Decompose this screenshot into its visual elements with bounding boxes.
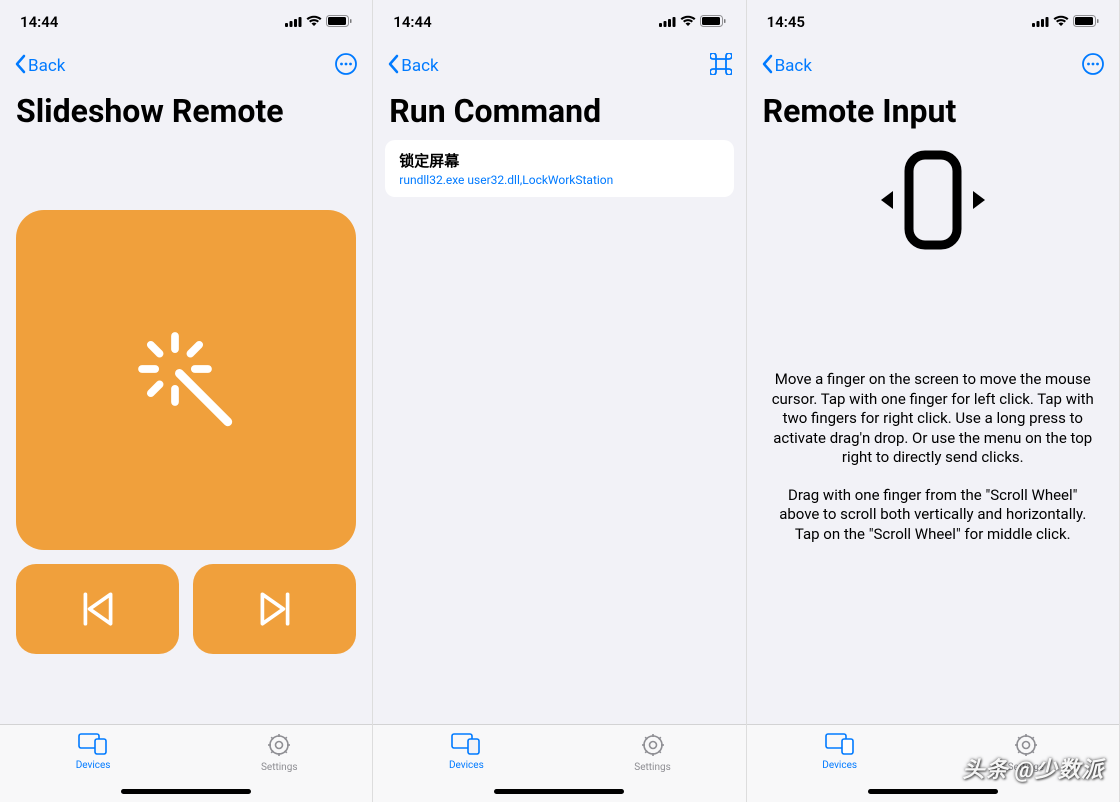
- wand-sparkle-icon: [131, 325, 241, 435]
- page-title: Slideshow Remote: [0, 88, 372, 140]
- battery-icon: [700, 13, 726, 31]
- wifi-icon: [306, 13, 322, 31]
- devices-icon: [451, 733, 481, 758]
- gear-icon: [641, 733, 665, 760]
- devices-icon: [78, 733, 108, 758]
- wifi-icon: [680, 13, 696, 31]
- nav-bar: Back: [373, 44, 745, 88]
- laser-pointer-button[interactable]: [16, 210, 356, 550]
- signal-icon: [285, 13, 302, 31]
- keyboard-shortcut-button[interactable]: [710, 53, 732, 79]
- signal-icon: [1032, 13, 1049, 31]
- home-indicator[interactable]: [121, 789, 251, 794]
- status-time: 14:44: [20, 13, 285, 31]
- skip-back-icon: [77, 588, 119, 630]
- home-indicator[interactable]: [494, 789, 624, 794]
- status-time: 14:44: [393, 13, 658, 31]
- nav-bar: Back: [0, 44, 372, 88]
- wifi-icon: [1053, 13, 1069, 31]
- next-slide-button[interactable]: [193, 564, 356, 654]
- command-subtitle: rundll32.exe user32.dll,LockWorkStation: [399, 173, 719, 187]
- remote-input-body[interactable]: Move a finger on the screen to move the …: [747, 140, 1119, 724]
- status-time: 14:45: [767, 13, 1032, 31]
- screen-run-command: 14:44 Back Run Command 锁定屏幕 rundll32.exe…: [373, 0, 746, 802]
- page-title: Run Command: [373, 88, 745, 140]
- page-title: Remote Input: [747, 88, 1119, 140]
- screen-remote-input: 14:45 Back Remote Input Move a finger on…: [747, 0, 1120, 802]
- instructions-paragraph-2: Drag with one finger from the "Scroll Wh…: [771, 486, 1095, 545]
- triangle-right-icon: [970, 188, 988, 212]
- chevron-left-icon: [761, 54, 773, 79]
- nav-bar: Back: [747, 44, 1119, 88]
- gear-icon: [267, 733, 291, 760]
- slideshow-controls: [0, 140, 372, 724]
- status-icons: [659, 13, 726, 31]
- previous-slide-button[interactable]: [16, 564, 179, 654]
- devices-icon: [825, 733, 855, 758]
- home-indicator[interactable]: [868, 789, 998, 794]
- status-icons: [285, 13, 352, 31]
- command-icon: [710, 53, 732, 75]
- back-label: Back: [775, 56, 812, 76]
- command-item-lock-screen[interactable]: 锁定屏幕 rundll32.exe user32.dll,LockWorkSta…: [385, 140, 733, 197]
- tab-devices-label: Devices: [822, 760, 857, 771]
- spacer: [373, 197, 745, 724]
- skip-forward-icon: [254, 588, 296, 630]
- tab-settings-label: Settings: [634, 762, 671, 773]
- instructions-paragraph-1: Move a finger on the screen to move the …: [771, 370, 1095, 468]
- back-button[interactable]: Back: [14, 54, 65, 79]
- ellipsis-circle-icon: [1081, 52, 1105, 76]
- more-button[interactable]: [1081, 52, 1105, 80]
- tab-devices-label: Devices: [449, 760, 484, 771]
- watermark: 头条 @少数派: [962, 752, 1104, 784]
- status-bar: 14:44: [0, 0, 372, 44]
- back-label: Back: [28, 56, 65, 76]
- phone-outline-icon: [904, 150, 962, 250]
- command-title: 锁定屏幕: [399, 150, 719, 171]
- back-button[interactable]: Back: [387, 54, 438, 79]
- screen-slideshow: 14:44 Back Slideshow Remote: [0, 0, 373, 802]
- signal-icon: [659, 13, 676, 31]
- back-label: Back: [401, 56, 438, 76]
- command-list: 锁定屏幕 rundll32.exe user32.dll,LockWorkSta…: [373, 140, 745, 197]
- chevron-left-icon: [14, 54, 26, 79]
- ellipsis-circle-icon: [334, 52, 358, 76]
- status-bar: 14:45: [747, 0, 1119, 44]
- tab-devices-label: Devices: [76, 760, 111, 771]
- battery-icon: [1073, 13, 1099, 31]
- tab-settings-label: Settings: [261, 762, 298, 773]
- scroll-wheel[interactable]: [878, 150, 988, 250]
- status-bar: 14:44: [373, 0, 745, 44]
- more-button[interactable]: [334, 52, 358, 80]
- status-icons: [1032, 13, 1099, 31]
- triangle-left-icon: [878, 188, 896, 212]
- back-button[interactable]: Back: [761, 54, 812, 79]
- instructions: Move a finger on the screen to move the …: [771, 370, 1095, 562]
- battery-icon: [326, 13, 352, 31]
- chevron-left-icon: [387, 54, 399, 79]
